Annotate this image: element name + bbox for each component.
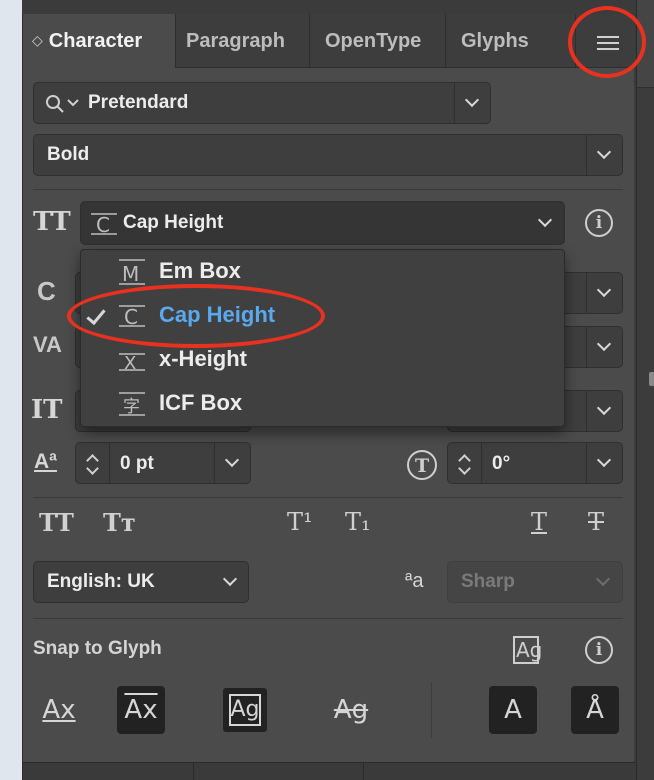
font-style-dropdown-button[interactable] <box>586 135 622 175</box>
snap-glyph-bounds-button[interactable]: Ag <box>221 686 269 734</box>
chevron-down-icon <box>595 571 611 587</box>
character-rotation-icon: T <box>407 450 437 480</box>
adjacent-panel-strip <box>636 0 654 780</box>
chevron-down-icon <box>224 452 240 468</box>
menu-item-em-box[interactable]: M Em Box <box>81 250 564 294</box>
menu-item-cap-height[interactable]: C Cap Height <box>81 294 564 338</box>
tab-glyphs[interactable]: Glyphs <box>461 14 561 68</box>
snap-proximity-guides-button[interactable]: Ag <box>327 686 375 734</box>
svg-text:字: 字 <box>123 397 140 417</box>
baseline-shift-dropdown-button[interactable] <box>214 443 250 483</box>
character-rotation-value: 0° <box>492 453 511 474</box>
em-box-icon: M <box>119 259 145 286</box>
snap-info-icon[interactable]: i <box>585 636 613 664</box>
tab-character[interactable]: ◇ Character <box>23 14 175 69</box>
alignment-dropdown[interactable]: C Cap Height <box>80 201 565 245</box>
snap-to-glyph-label: Snap to Glyph <box>33 638 162 659</box>
snap-anchor-point-button[interactable]: Å <box>571 686 619 734</box>
alignment-value: Cap Height <box>123 212 224 233</box>
strikethrough-button[interactable]: T <box>588 508 604 536</box>
snap-angular-guides-button[interactable]: A <box>489 686 537 734</box>
all-caps-button[interactable]: TT <box>39 508 74 537</box>
menu-item-x-height[interactable]: X x-Height <box>81 338 564 382</box>
font-family-field[interactable]: Pretendard <box>33 82 491 124</box>
character-rotation-stepper[interactable] <box>448 443 482 483</box>
snap-x-height-button[interactable]: Ax <box>117 686 165 734</box>
svg-text:C: C <box>124 305 138 329</box>
alignment-type-icon: TT <box>33 207 71 237</box>
x-height-icon: X <box>119 353 145 374</box>
chevron-down-icon <box>596 282 612 298</box>
tab-opentype[interactable]: OpenType <box>325 14 445 68</box>
chevron-down-icon <box>596 144 612 160</box>
svg-text:X: X <box>124 353 136 374</box>
small-caps-button[interactable]: Tт <box>103 508 136 537</box>
chevron-down-icon <box>222 571 238 587</box>
vertical-scale-icon: IT <box>31 395 63 425</box>
bottom-panel-tabs <box>23 762 635 780</box>
language-value: English: UK <box>47 571 155 592</box>
info-icon[interactable]: i <box>585 209 613 237</box>
svg-text:C: C <box>96 213 110 237</box>
chevron-down-icon <box>596 452 612 468</box>
antialiasing-value: Sharp <box>461 571 515 592</box>
character-panel: ◇ Character Paragraph OpenType Glyphs Pr… <box>22 14 635 780</box>
antialiasing-icon: ªa <box>405 570 424 592</box>
snap-baseline-button[interactable]: Ax <box>35 686 83 734</box>
baseline-shift-icon: Aª <box>34 450 57 473</box>
chevron-down-icon <box>464 92 480 108</box>
checkmark-icon <box>86 304 106 326</box>
baseline-shift-field[interactable]: 0 pt <box>75 442 251 484</box>
font-style-value: Bold <box>47 144 90 165</box>
chevron-down-icon <box>596 400 612 416</box>
underline-button[interactable]: T <box>531 508 547 536</box>
canvas-background-image <box>0 0 22 780</box>
tracking-icon: VA <box>33 332 62 357</box>
alignment-options-menu: M Em Box C Cap Height X x-Height 字 ICF B… <box>80 249 565 427</box>
search-icon[interactable] <box>44 93 80 115</box>
font-size-icon: C <box>37 276 56 306</box>
chevron-down-icon[interactable] <box>537 212 553 228</box>
baseline-shift-value: 0 pt <box>120 453 154 474</box>
character-rotation-field[interactable]: 0° <box>447 442 623 484</box>
icf-box-icon: 字 <box>119 392 145 417</box>
superscript-button[interactable]: T¹ <box>287 508 313 536</box>
subscript-button[interactable]: T₁ <box>345 508 371 536</box>
font-family-dropdown-button[interactable] <box>454 83 490 123</box>
antialiasing-dropdown: Sharp <box>447 561 623 603</box>
collapse-arrows-icon[interactable]: ◇ <box>32 32 43 48</box>
svg-text:T: T <box>415 455 429 477</box>
baseline-shift-stepper[interactable] <box>76 443 110 483</box>
panel-menu-icon[interactable] <box>597 36 619 52</box>
font-style-field[interactable]: Bold <box>33 134 623 176</box>
screenshot-stage: ◇ Character Paragraph OpenType Glyphs Pr… <box>0 0 654 780</box>
tab-paragraph[interactable]: Paragraph <box>186 14 308 68</box>
cap-height-icon: C <box>119 305 145 329</box>
snap-glyph-icon: Ag <box>513 636 542 664</box>
panel-tab-bar: ◇ Character Paragraph OpenType Glyphs <box>23 14 635 69</box>
cap-height-icon: C <box>91 213 117 237</box>
menu-item-icf-box[interactable]: 字 ICF Box <box>81 382 564 426</box>
font-family-value: Pretendard <box>88 92 189 113</box>
language-dropdown[interactable]: English: UK <box>33 561 249 603</box>
svg-text:M: M <box>122 262 139 286</box>
character-rotation-dropdown-button[interactable] <box>586 443 622 483</box>
chevron-down-icon <box>596 336 612 352</box>
